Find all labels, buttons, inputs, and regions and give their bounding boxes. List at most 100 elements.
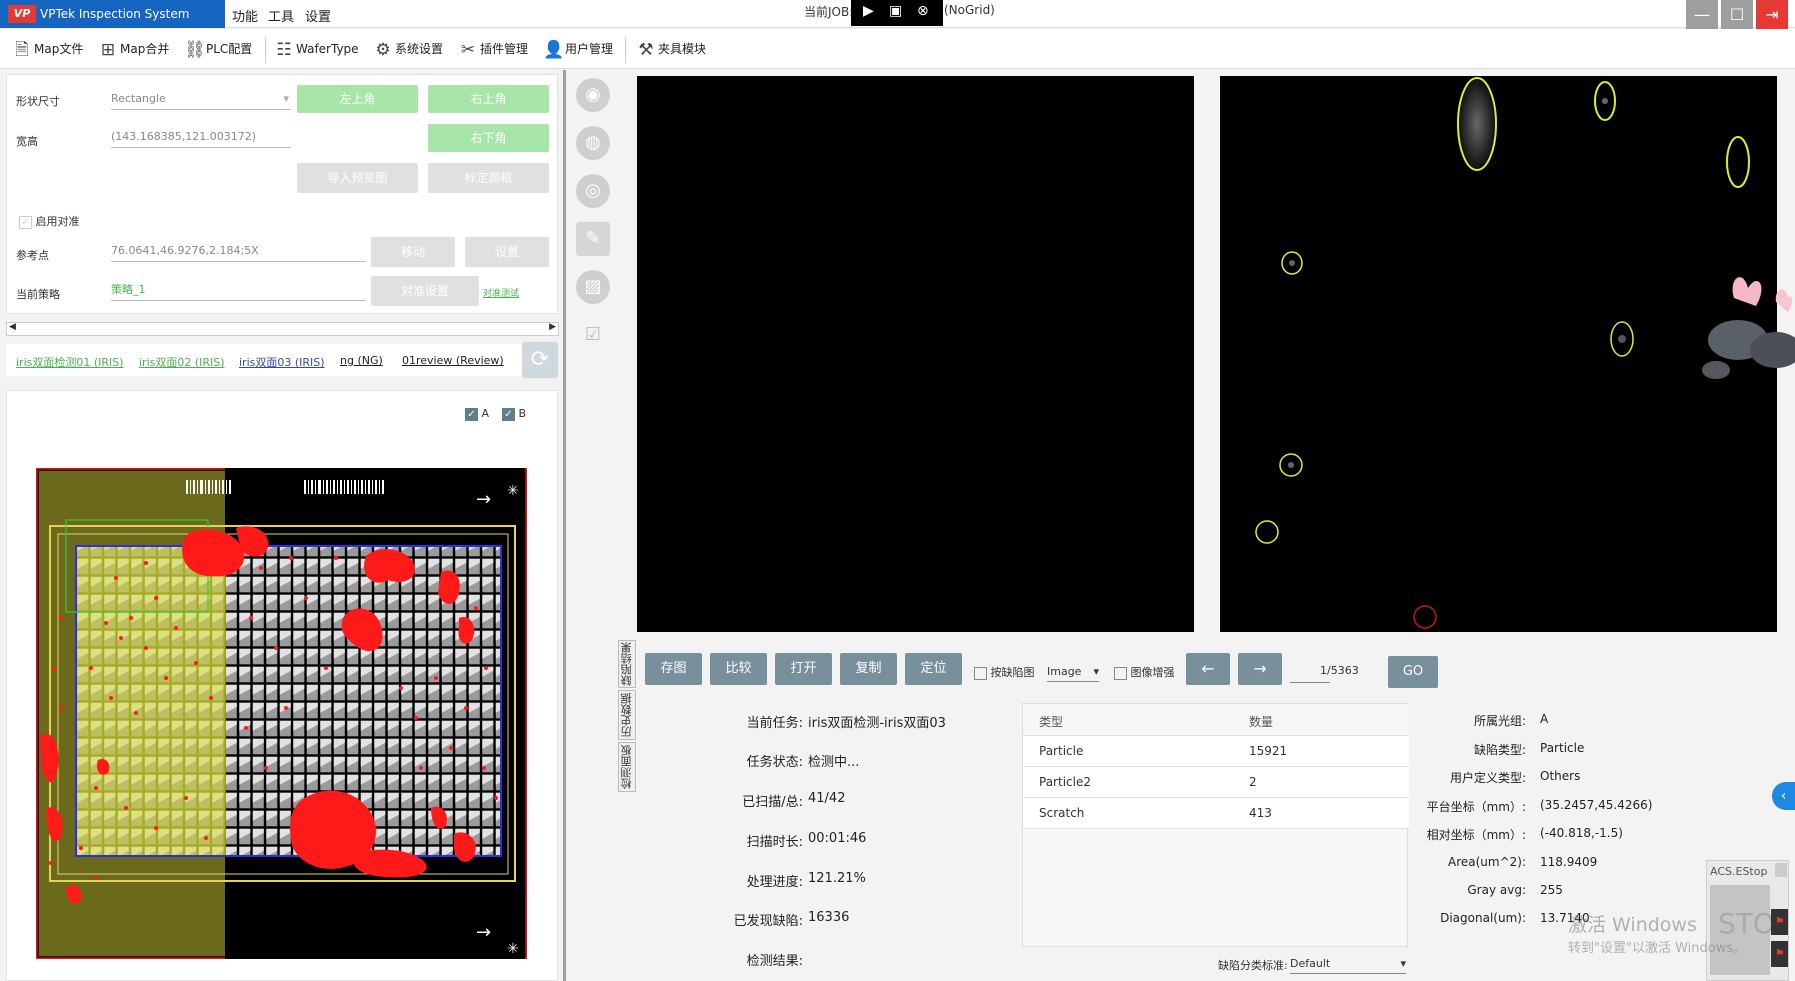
status-label: 处理进度:	[746, 875, 803, 890]
toolbar-map-merge[interactable]: ⊞ Map合并	[98, 37, 169, 61]
chevron-down-icon: ▾	[1093, 665, 1099, 678]
compare-button[interactable]: 比较	[710, 653, 767, 685]
horizontal-scrollbar[interactable]: ◀ ▶	[6, 322, 559, 336]
prev-button[interactable]: ←	[1186, 653, 1230, 685]
maximize-button[interactable]: ☐	[1721, 0, 1753, 30]
checkbox-a[interactable]: ✓ A	[465, 407, 489, 421]
tools-icon: ✂	[460, 39, 476, 60]
property-label: 平台坐标（mm）:	[1426, 800, 1526, 814]
play-icon[interactable]: ▶	[863, 3, 874, 19]
task-tab-iris02[interactable]: iris双面02 (IRIS)	[139, 354, 225, 370]
camera-icon[interactable]: ◉	[576, 78, 610, 112]
import-preview-button[interactable]: 导入预览图	[297, 163, 418, 193]
table-row[interactable]: Scratch 413	[1023, 798, 1409, 829]
top-left-button[interactable]: 左上角	[297, 85, 418, 113]
enhance-checkbox[interactable]: 图像增强	[1114, 664, 1175, 680]
ruler-icon[interactable]: ✎	[576, 222, 610, 256]
task-tabs: iris双面检测01 (IRIS) iris双面02 (IRIS) iris双面…	[6, 344, 558, 376]
by-defect-checkbox[interactable]: 按缺陷图	[974, 664, 1035, 680]
menu-function[interactable]: 功能	[232, 6, 258, 25]
grid-globe-icon[interactable]: ◍	[576, 126, 610, 160]
plc-icon: ⛓	[184, 39, 206, 60]
image-select[interactable]: Image ▾	[1047, 662, 1099, 682]
task-tab-iris03[interactable]: iris双面03 (IRIS)	[239, 354, 325, 370]
collapse-arrow-icon[interactable]: ‹	[1772, 782, 1795, 810]
app-logo: VP	[8, 5, 36, 23]
panel-splitter[interactable]	[563, 70, 566, 981]
table-row[interactable]: Particle 15921	[1023, 736, 1409, 767]
refresh-button[interactable]: ⟳	[522, 342, 558, 378]
toolbar-label: 系统设置	[395, 42, 444, 56]
status-value: 检测中...	[808, 755, 860, 770]
menu-tools[interactable]: 工具	[268, 6, 294, 25]
gear-icon: ⚙	[375, 39, 391, 60]
table-row[interactable]: Particle2 2	[1023, 767, 1409, 798]
by-defect-label: 按缺陷图	[990, 666, 1035, 679]
save-image-button[interactable]: 存图	[645, 653, 702, 685]
set-button[interactable]: 设置	[465, 237, 549, 267]
tab-history-data[interactable]: 历史数据	[618, 690, 636, 740]
bottom-right-button[interactable]: 右下角	[428, 124, 549, 152]
go-button[interactable]: GO	[1388, 656, 1438, 688]
classify-select[interactable]: Default ▾	[1290, 954, 1406, 974]
estop-close[interactable]	[1775, 863, 1787, 877]
align-settings-button[interactable]: 对准设置	[371, 276, 479, 306]
checkbox-b[interactable]: ✓ B	[502, 407, 526, 421]
locate-button[interactable]: 定位	[905, 653, 962, 685]
minimize-button[interactable]: —	[1686, 0, 1718, 30]
next-button[interactable]: →	[1238, 653, 1282, 685]
status-label: 任务状态:	[746, 755, 803, 770]
tab-defect-results[interactable]: 缺陷结果	[618, 640, 636, 688]
estop-indicator: STO	[1710, 885, 1775, 975]
toolbar-system-settings[interactable]: ⚙ 系统设置	[373, 37, 443, 61]
toolbar-plugin-manager[interactable]: ✂ 插件管理	[458, 37, 528, 61]
toolbar-user-manager[interactable]: 👤用户管理	[543, 37, 613, 61]
task-tab-review[interactable]: 01review (Review)	[402, 354, 504, 367]
chevron-down-icon: ▾	[283, 92, 289, 105]
task-tab-ng[interactable]: ng (NG)	[340, 354, 383, 367]
tab-inspection-panel[interactable]: 检测面板	[618, 742, 636, 792]
toolbar-plc-config[interactable]: ⛓PLC配置	[184, 37, 252, 61]
wafer-map[interactable]: → → ✳ ✳	[36, 468, 527, 959]
checklist-icon[interactable]: ☑	[576, 318, 610, 352]
strategy-label: 当前策略	[16, 288, 60, 301]
toolbar-fixture-module[interactable]: ⚒ 夹具模块	[636, 37, 706, 61]
toolbar-label: Map合并	[120, 42, 170, 56]
shape-select[interactable]: Rectangle ▾	[111, 90, 291, 110]
flag-icon[interactable]: ⚑	[1771, 909, 1788, 935]
strategy-field[interactable]: 策略_1	[111, 281, 366, 301]
header-type: 类型	[1039, 715, 1064, 729]
toolbar-map-file[interactable]: 🗎 Map文件	[12, 37, 83, 61]
stop-text: STO	[1718, 907, 1775, 940]
status-label: 扫描时长:	[746, 835, 803, 850]
scroll-left-icon[interactable]: ◀	[9, 322, 16, 332]
menu-settings[interactable]: 设置	[305, 6, 331, 25]
image-icon[interactable]: ▨	[576, 270, 610, 304]
enable-align-label: 启用对准	[35, 215, 80, 228]
status-value: 41/42	[808, 791, 846, 806]
ref-point-field[interactable]: 76.0641,46.9276,2.184;5X	[111, 242, 366, 262]
map-icon[interactable]: ◎	[576, 174, 610, 208]
status-label: 已扫描/总:	[742, 795, 803, 810]
move-button[interactable]: 移动	[371, 237, 455, 267]
task-tab-iris01[interactable]: iris双面检测01 (IRIS)	[16, 354, 124, 370]
user-icon: 👤	[543, 39, 565, 60]
close-icon[interactable]: ⊗	[917, 3, 929, 19]
calibrate-button[interactable]: 标定颜框	[428, 163, 549, 193]
screen-icon[interactable]: ▣	[889, 3, 902, 19]
image-view-left[interactable]	[637, 76, 1194, 632]
scroll-right-icon[interactable]: ▶	[549, 322, 556, 332]
align-test-link[interactable]: 对准测试	[483, 286, 519, 299]
page-indicator: 1/5363	[1320, 664, 1359, 677]
flag-icon[interactable]: ⚑	[1771, 941, 1788, 967]
classify-value: Default	[1290, 957, 1331, 970]
enable-align-checkbox[interactable]: ✓ 启用对准	[19, 213, 80, 229]
open-button[interactable]: 打开	[775, 653, 832, 685]
current-job-label: 当前JOB:	[804, 5, 854, 19]
top-right-button[interactable]: 右上角	[428, 85, 549, 113]
row-count: 413	[1249, 806, 1272, 820]
copy-button[interactable]: 复制	[840, 653, 897, 685]
toolbar-wafer-type[interactable]: ☷ WaferType	[274, 37, 358, 61]
size-field[interactable]: (143.168385,121.003172)	[111, 128, 291, 148]
exit-button[interactable]: ⇥	[1756, 0, 1788, 30]
